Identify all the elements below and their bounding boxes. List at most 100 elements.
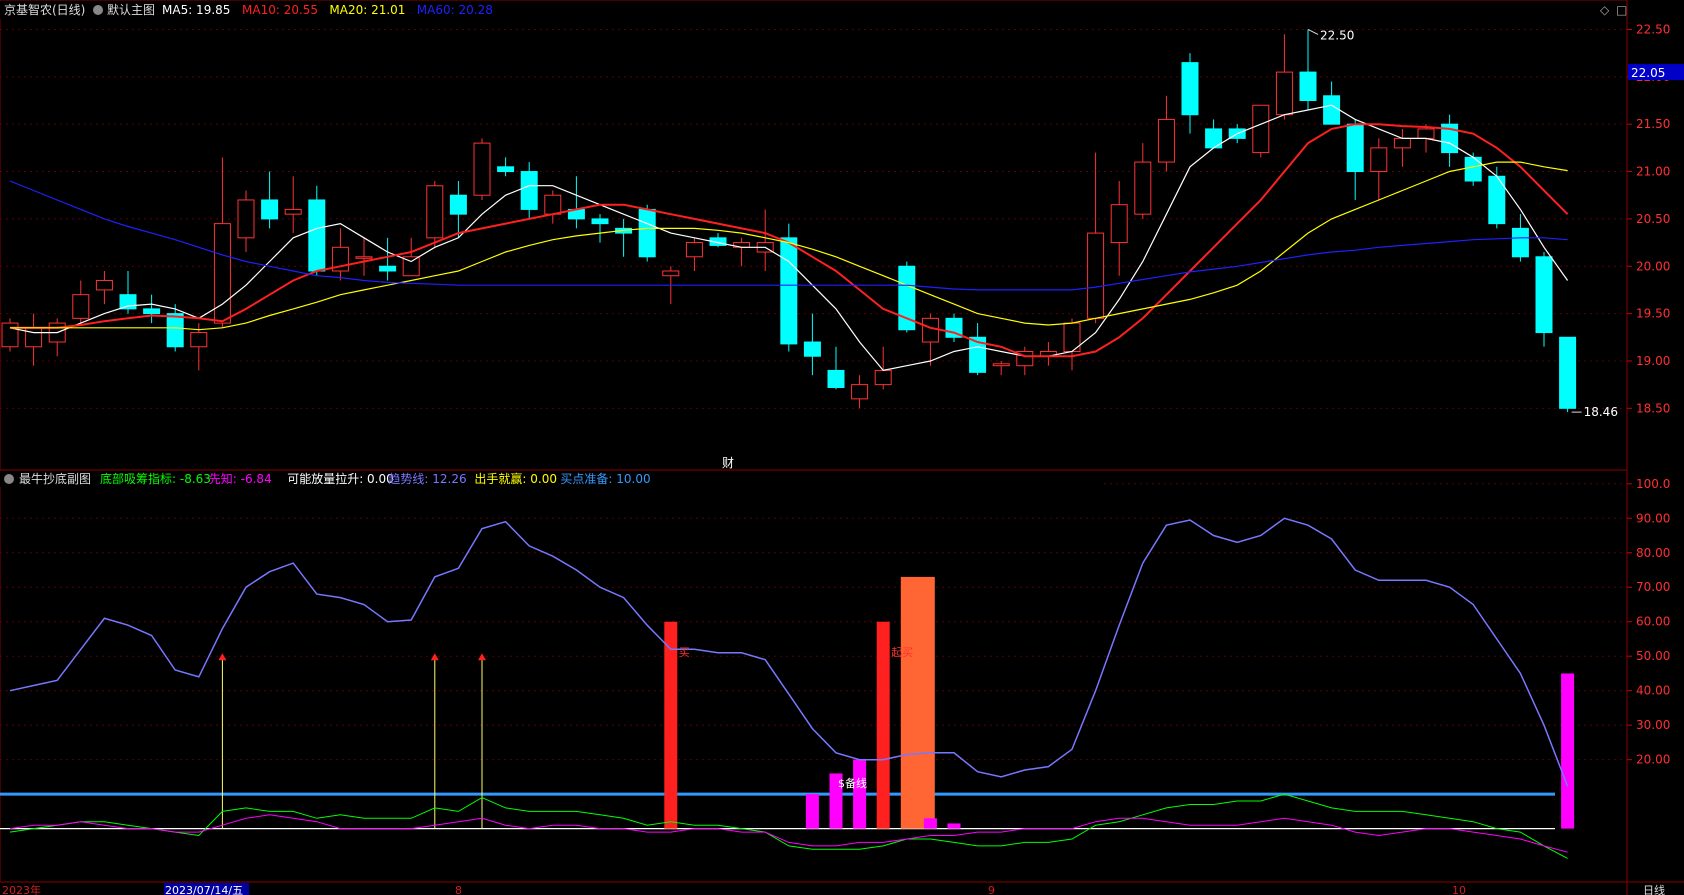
candle-body[interactable] [426,185,444,239]
sub-line [9,517,1569,787]
candle-body[interactable] [1559,336,1577,409]
candle-body[interactable] [921,317,939,343]
annotation-ready-line: $备线 [838,776,867,790]
x-axis-label: 2023年 [2,883,41,895]
candle-body[interactable] [1511,227,1529,258]
candle-body[interactable] [95,279,113,291]
candle-body[interactable] [143,308,161,315]
sub-panel-title: 最牛抄底副图 [19,471,91,486]
candle-body[interactable] [1370,147,1388,173]
low-price-marker: 18.46 [1584,405,1618,419]
template-chevron-icon[interactable] [93,5,103,15]
candle-body[interactable] [308,199,326,272]
sub-legend-item: 出手就赢: 0.00 [474,471,557,486]
candle-body[interactable] [1464,156,1482,182]
candle-body[interactable] [473,142,491,196]
candle-body[interactable] [261,199,279,220]
template-name: 默认主图 [107,2,155,17]
candle-body[interactable] [1157,118,1175,163]
sub-y-tick-label: 50.00 [1636,649,1670,663]
ma-legend-item: MA20: 21.01 [329,3,405,17]
candle-body[interactable] [166,313,184,348]
ma-legend-item: MA10: 20.55 [242,3,318,17]
annotation-start-buy: 起买 [891,646,913,659]
candle-body[interactable] [685,242,703,258]
sub-y-tick-label: 100.0 [1636,477,1670,491]
ma-legend-item: MA60: 20.28 [417,3,493,17]
signal-bar[interactable] [664,621,678,829]
sub-y-tick-label: 90.00 [1636,511,1670,525]
candle-body[interactable] [25,327,43,348]
sub-y-tick-label: 70.00 [1636,580,1670,594]
candle-body[interactable] [355,256,373,259]
candle-body[interactable] [1535,256,1553,334]
sub-legend-item: 底部吸筹指标: -8.63 [100,471,211,486]
candle-body[interactable] [237,199,255,239]
sub-y-tick-label: 80.00 [1636,546,1670,560]
stock-name: 京基智农(日线) [4,2,85,17]
signal-bar[interactable] [805,794,819,829]
sub-legend-item: 趋势线: 12.26 [388,472,466,486]
candle-body[interactable] [780,237,798,345]
main-y-tick-label: 22.50 [1636,22,1670,36]
candle-body[interactable] [1299,71,1317,102]
candle-body[interactable] [72,294,90,319]
candle-body[interactable] [638,208,656,258]
candle-body[interactable] [497,166,515,173]
sub-legend-item: 先知: -6.84 [209,472,272,486]
signal-bar[interactable] [900,576,935,829]
signal-bar[interactable] [923,818,937,829]
candle-body[interactable] [1110,204,1128,244]
finance-marker: 财 [722,456,734,470]
candle-body[interactable] [851,384,869,400]
candle-body[interactable] [1134,161,1152,215]
candle-body[interactable] [190,332,208,348]
candle-body[interactable] [1,322,19,348]
candle-body[interactable] [662,270,680,277]
signal-bar[interactable] [1561,673,1575,829]
sub-legend-item: 买点准备: 10.00 [560,472,650,486]
candle-body[interactable] [284,208,302,215]
candle-body[interactable] [992,363,1010,367]
ma-legend-item: MA5: 19.85 [162,3,230,17]
main-y-tick-label: 19.00 [1636,354,1670,368]
window-icon: □ [1616,3,1627,17]
candle-body[interactable] [544,194,562,215]
main-y-tick-label: 21.50 [1636,117,1670,131]
main-y-tick-label: 20.00 [1636,259,1670,273]
x-axis-label: 2023/07/14/五 [165,884,243,895]
signal-bar[interactable] [876,621,890,829]
stock-chart-canvas[interactable]: 22.5022.0021.5021.0020.5020.0019.5019.00… [0,0,1684,895]
annotation-buy: 买 [679,646,690,659]
candle-body[interactable] [591,218,609,225]
candle-body[interactable] [1323,95,1341,125]
main-y-tick-label: 18.50 [1636,401,1670,415]
candle-body[interactable] [1275,71,1293,116]
candle-body[interactable] [449,194,467,215]
diamond-icon: ◇ [1600,3,1610,17]
x-axis-label: 8 [455,884,462,895]
candle-body[interactable] [874,369,892,386]
signal-bar[interactable] [853,759,867,829]
signal-arrow-icon [218,653,227,661]
sub-line [9,814,1568,853]
candle-body[interactable] [119,294,137,310]
candle-body[interactable] [1087,232,1105,319]
candle-body[interactable] [1346,123,1364,173]
sub-y-tick-label: 40.00 [1636,684,1670,698]
candle-body[interactable] [1393,137,1411,149]
candle-body[interactable] [1181,62,1199,116]
candle-body[interactable] [803,341,821,357]
high-price-marker: 22.50 [1320,28,1354,42]
candle-body[interactable] [1252,104,1270,154]
candle-body[interactable] [1417,128,1435,139]
sub-y-tick-label: 20.00 [1636,753,1670,767]
main-y-tick-label: 19.50 [1636,307,1670,321]
high-marker-arrow [1307,29,1319,35]
sub-chevron-icon[interactable] [4,474,14,484]
period-label: 日线 [1643,883,1665,895]
candle-body[interactable] [827,369,845,388]
signal-bar[interactable] [947,823,961,829]
candle-body[interactable] [379,265,397,272]
candle-body[interactable] [520,171,538,210]
